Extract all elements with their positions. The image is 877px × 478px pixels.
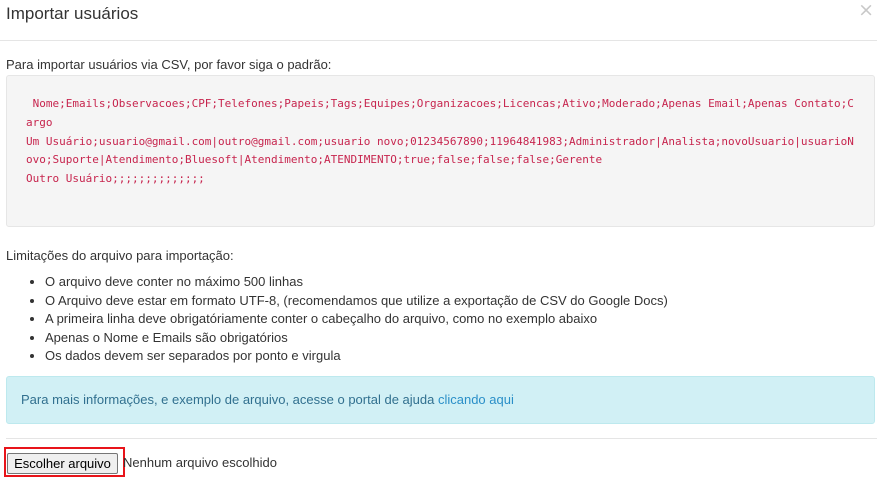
intro-text: Para importar usuários via CSV, por favo… (6, 57, 332, 72)
limits-list: O arquivo deve conter no máximo 500 linh… (6, 273, 668, 366)
footer-divider (6, 438, 877, 439)
limits-heading: Limitações do arquivo para importação: (6, 248, 234, 263)
choose-file-button[interactable]: Escolher arquivo (7, 453, 118, 474)
modal-title: Importar usuários (6, 4, 139, 23)
limits-item-header-row: A primeira linha deve obrigatóriamente c… (45, 310, 668, 329)
file-status-text: Nenhum arquivo escolhido (123, 455, 277, 470)
csv-line-example-1: Um Usuário;usuario@gmail.com|outro@gmail… (26, 134, 854, 167)
close-icon[interactable]: × (858, 0, 874, 20)
limits-item-separator: Os dados devem ser separados por ponto e… (45, 347, 668, 366)
limits-item-required-fields: Apenas o Nome e Emails são obrigatórios (45, 329, 668, 348)
csv-line-header: Nome;Emails;Observacoes;CPF;Telefones;Pa… (26, 97, 854, 129)
modal-header: Importar usuários × (0, 0, 877, 41)
limits-item-max-lines: O arquivo deve conter no máximo 500 linh… (45, 273, 668, 292)
csv-example-block: Nome;Emails;Observacoes;CPF;Telefones;Pa… (6, 75, 875, 227)
help-portal-link[interactable]: clicando aqui (438, 392, 514, 407)
limits-item-utf8: O Arquivo deve estar em formato UTF-8, (… (45, 292, 668, 311)
info-alert-text: Para mais informações, e exemplo de arqu… (21, 392, 438, 407)
info-alert: Para mais informações, e exemplo de arqu… (6, 376, 875, 424)
csv-line-example-2: Outro Usuário;;;;;;;;;;;;;; (26, 172, 205, 186)
